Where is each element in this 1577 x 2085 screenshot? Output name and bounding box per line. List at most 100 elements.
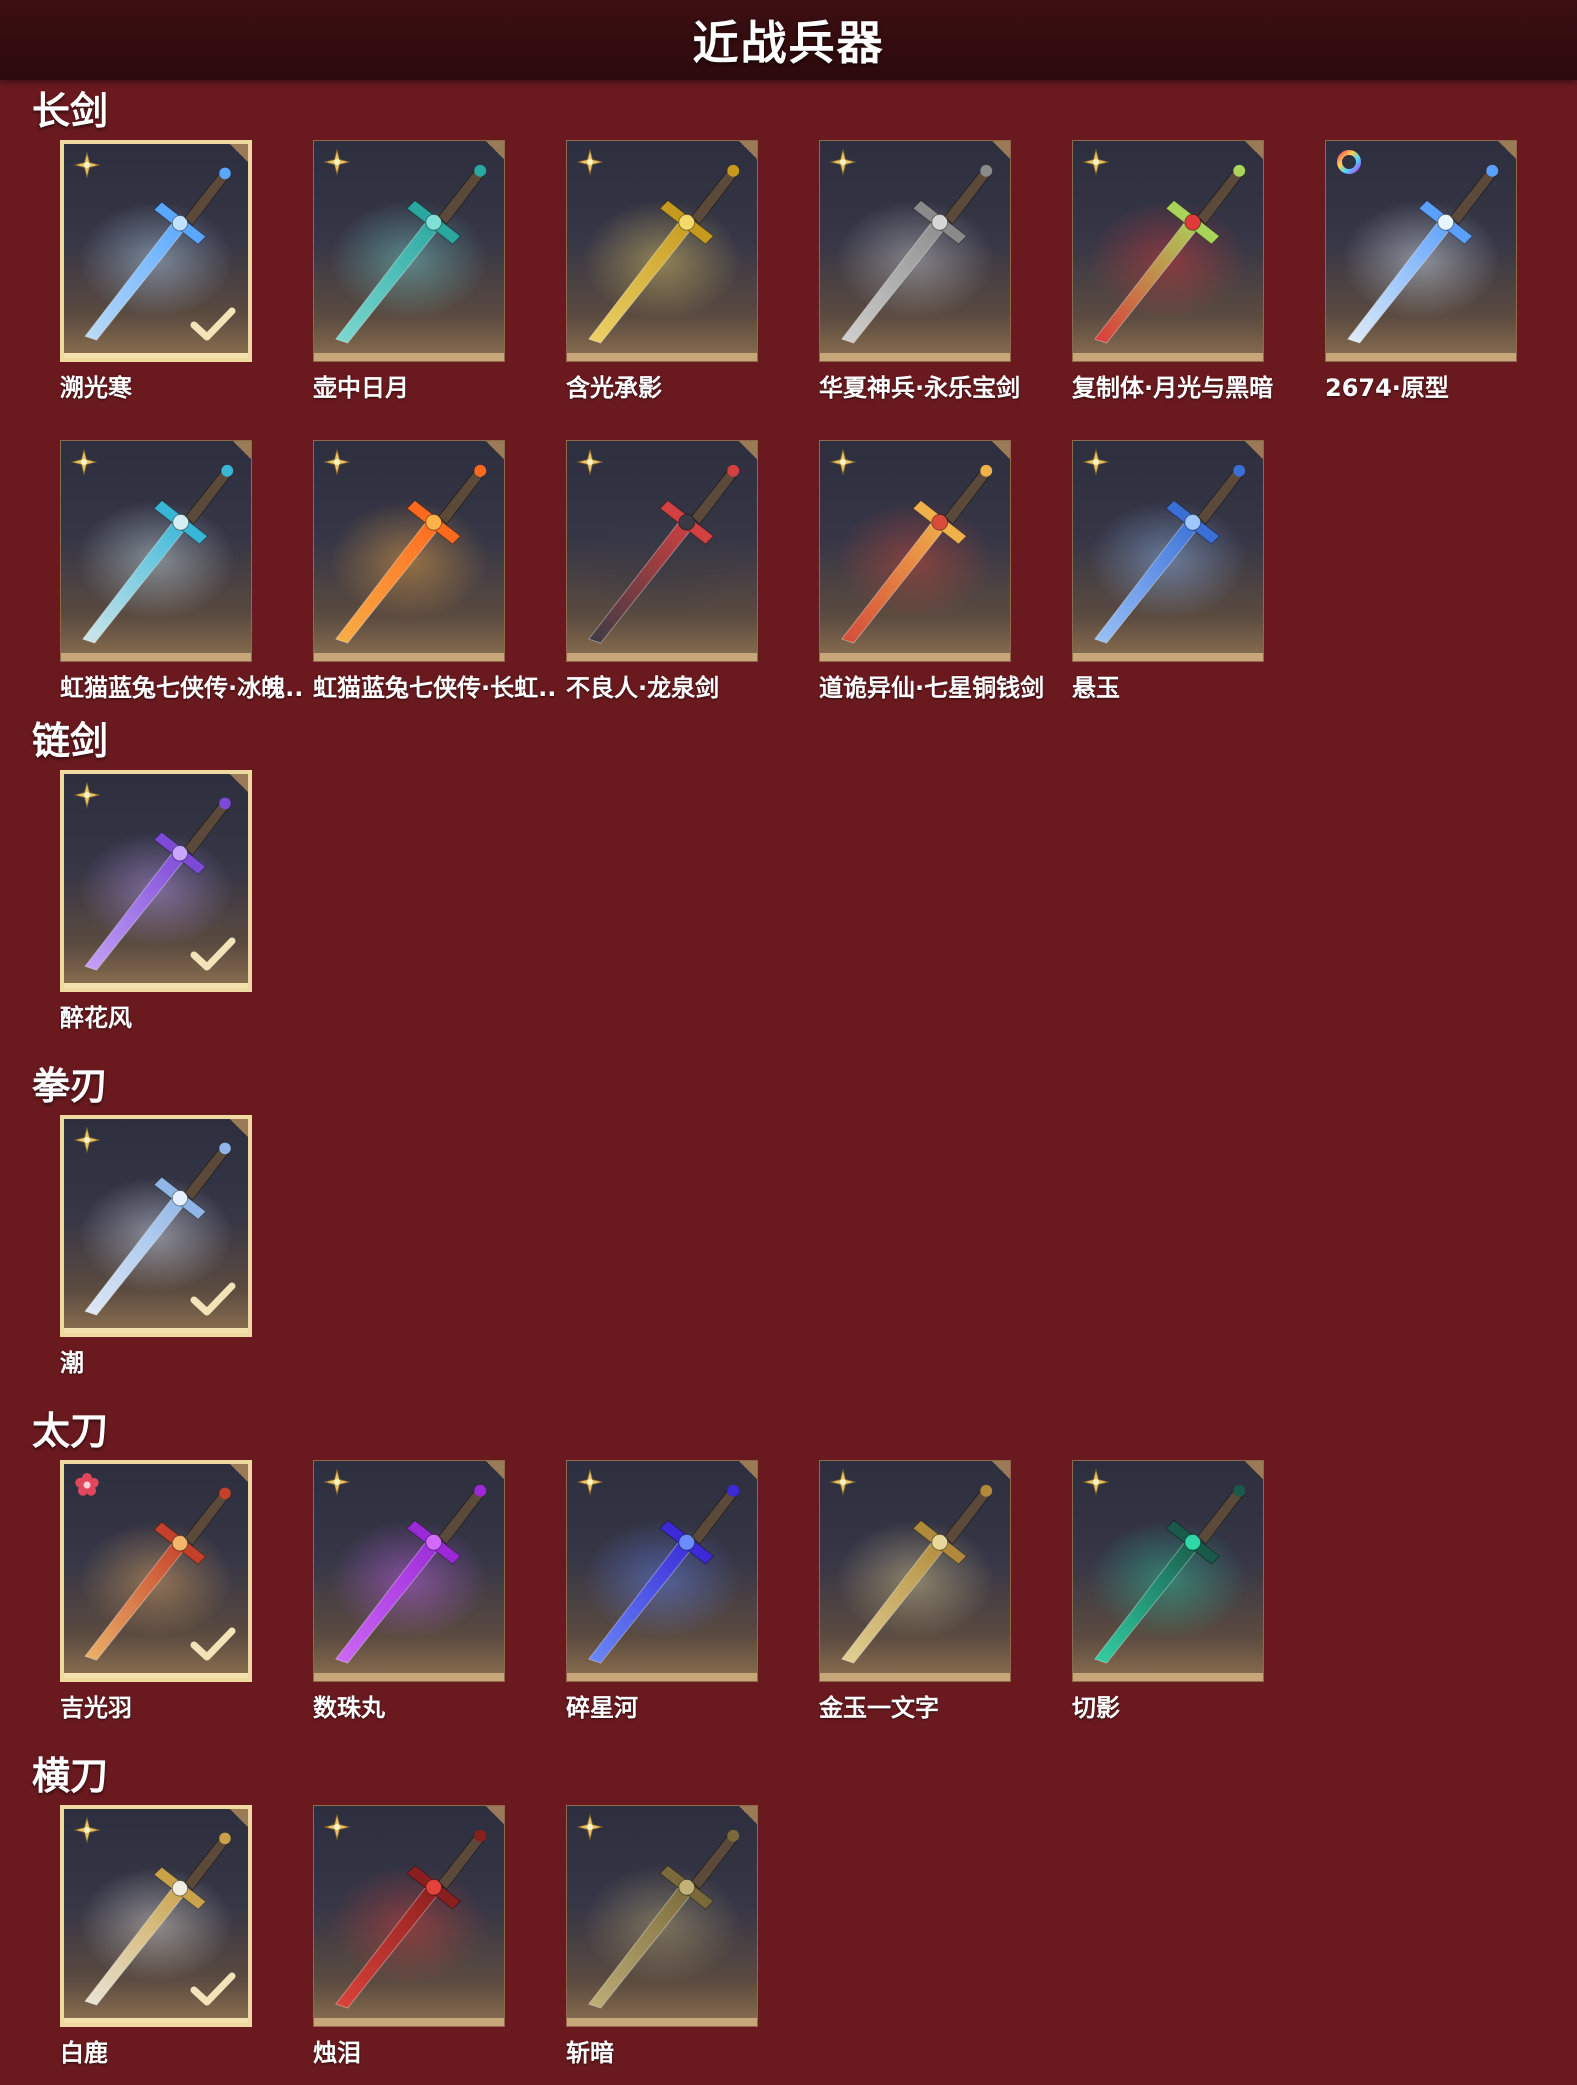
weapon-card[interactable] [60, 770, 252, 992]
weapon-item[interactable]: 吉光羽 [60, 1460, 254, 1722]
gold-sparkle-icon [323, 148, 351, 176]
weapon-name: 潮 [60, 1349, 84, 1377]
weapon-card[interactable] [1072, 440, 1264, 662]
weapon-item[interactable]: 金玉一文字 [819, 1460, 1013, 1722]
category-title: 拳刃 [32, 1064, 109, 1108]
weapon-name: 含光承影 [566, 374, 662, 402]
gold-sparkle-icon [70, 448, 98, 476]
weapon-card[interactable] [60, 440, 252, 662]
header-bar: 近战兵器 [0, 0, 1577, 80]
weapon-item[interactable]: 醉花风 [60, 770, 254, 1032]
weapon-name: 白鹿 [60, 2039, 108, 2067]
weapon-item[interactable]: 白鹿 [60, 1805, 254, 2067]
gold-sparkle-icon [829, 148, 857, 176]
card-corner-decoration [230, 1809, 248, 1827]
weapon-name: 悬玉 [1072, 674, 1120, 702]
gold-sparkle-icon [576, 1813, 604, 1841]
weapon-card[interactable] [566, 1460, 758, 1682]
weapon-card[interactable] [60, 1115, 252, 1337]
weapon-card[interactable] [313, 1805, 505, 2027]
gold-sparkle-icon [829, 1468, 857, 1496]
card-corner-decoration [739, 441, 757, 459]
gold-sparkle-icon [576, 1468, 604, 1496]
page-title: 近战兵器 [692, 16, 885, 70]
gold-sparkle-icon [323, 1468, 351, 1496]
weapon-card[interactable] [566, 440, 758, 662]
category-title: 太刀 [32, 1409, 109, 1453]
gold-sparkle-icon [73, 1126, 101, 1154]
weapon-card[interactable] [1325, 140, 1517, 362]
check-icon [190, 1281, 236, 1317]
weapon-item[interactable]: 虹猫蓝兔七侠传·冰魄.. [60, 440, 303, 702]
weapon-card[interactable] [566, 140, 758, 362]
weapon-item[interactable]: 复制体·月光与黑暗 [1072, 140, 1273, 402]
gold-sparkle-icon [323, 448, 351, 476]
card-corner-decoration [486, 441, 504, 459]
weapon-card[interactable] [819, 140, 1011, 362]
gold-sparkle-icon [1082, 1468, 1110, 1496]
weapon-card[interactable] [819, 440, 1011, 662]
weapon-card[interactable] [60, 140, 252, 362]
gold-sparkle-icon [576, 148, 604, 176]
weapon-item[interactable]: 斩暗 [566, 1805, 760, 2067]
weapon-item[interactable]: 道诡异仙·七星铜钱剑 [819, 440, 1044, 702]
card-corner-decoration [230, 144, 248, 162]
weapon-item[interactable]: 悬玉 [1072, 440, 1266, 702]
weapon-name: 碎星河 [566, 1694, 638, 1722]
weapon-card[interactable] [313, 440, 505, 662]
weapon-name: 金玉一文字 [819, 1694, 939, 1722]
card-corner-decoration [992, 141, 1010, 159]
weapon-item[interactable]: 壶中日月 [313, 140, 507, 402]
weapon-item[interactable]: 虹猫蓝兔七侠传·长虹.. [313, 440, 556, 702]
weapon-item[interactable]: 碎星河 [566, 1460, 760, 1722]
card-corner-decoration [1245, 1461, 1263, 1479]
weapon-item[interactable]: 不良人·龙泉剑 [566, 440, 760, 702]
weapon-card[interactable] [1072, 140, 1264, 362]
weapon-card[interactable] [566, 1805, 758, 2027]
weapon-card[interactable] [1072, 1460, 1264, 1682]
gold-sparkle-icon [1082, 148, 1110, 176]
red-flower-icon [73, 1471, 101, 1499]
weapon-name: 吉光羽 [60, 1694, 132, 1722]
weapon-item[interactable]: 2674·原型 [1325, 140, 1519, 402]
category-title: 长剑 [32, 89, 109, 133]
card-corner-decoration [1245, 141, 1263, 159]
weapon-item[interactable]: 切影 [1072, 1460, 1266, 1722]
check-icon [190, 936, 236, 972]
gold-sparkle-icon [73, 781, 101, 809]
weapon-name: 不良人·龙泉剑 [566, 674, 720, 702]
card-corner-decoration [486, 141, 504, 159]
weapon-card[interactable] [60, 1805, 252, 2027]
card-corner-decoration [230, 1119, 248, 1137]
weapon-card[interactable] [313, 140, 505, 362]
card-corner-decoration [992, 1461, 1010, 1479]
weapon-item[interactable]: 烛泪 [313, 1805, 507, 2067]
weapon-item[interactable]: 潮 [60, 1115, 254, 1377]
check-icon [190, 1971, 236, 2007]
weapon-card[interactable] [60, 1460, 252, 1682]
check-icon [190, 306, 236, 342]
card-corner-decoration [739, 1461, 757, 1479]
card-corner-decoration [1498, 141, 1516, 159]
weapon-item[interactable]: 华夏神兵·永乐宝剑 [819, 140, 1020, 402]
weapon-card[interactable] [819, 1460, 1011, 1682]
weapon-item[interactable]: 数珠丸 [313, 1460, 507, 1722]
gold-sparkle-icon [73, 1816, 101, 1844]
rainbow-ring-icon [1335, 148, 1363, 176]
weapon-name: 烛泪 [313, 2039, 361, 2067]
weapon-name: 数珠丸 [313, 1694, 385, 1722]
card-corner-decoration [486, 1461, 504, 1479]
weapon-name: 道诡异仙·七星铜钱剑 [819, 674, 1045, 702]
weapon-name: 斩暗 [566, 2039, 614, 2067]
category-title: 横刀 [32, 1754, 109, 1798]
gold-sparkle-icon [73, 151, 101, 179]
category-title: 链剑 [32, 719, 109, 763]
card-corner-decoration [739, 1806, 757, 1824]
weapon-item[interactable]: 含光承影 [566, 140, 760, 402]
weapon-name: 华夏神兵·永乐宝剑 [819, 374, 1021, 402]
weapon-card[interactable] [313, 1460, 505, 1682]
card-corner-decoration [992, 441, 1010, 459]
card-corner-decoration [486, 1806, 504, 1824]
weapon-name: 切影 [1072, 1694, 1120, 1722]
weapon-item[interactable]: 溯光寒 [60, 140, 254, 402]
